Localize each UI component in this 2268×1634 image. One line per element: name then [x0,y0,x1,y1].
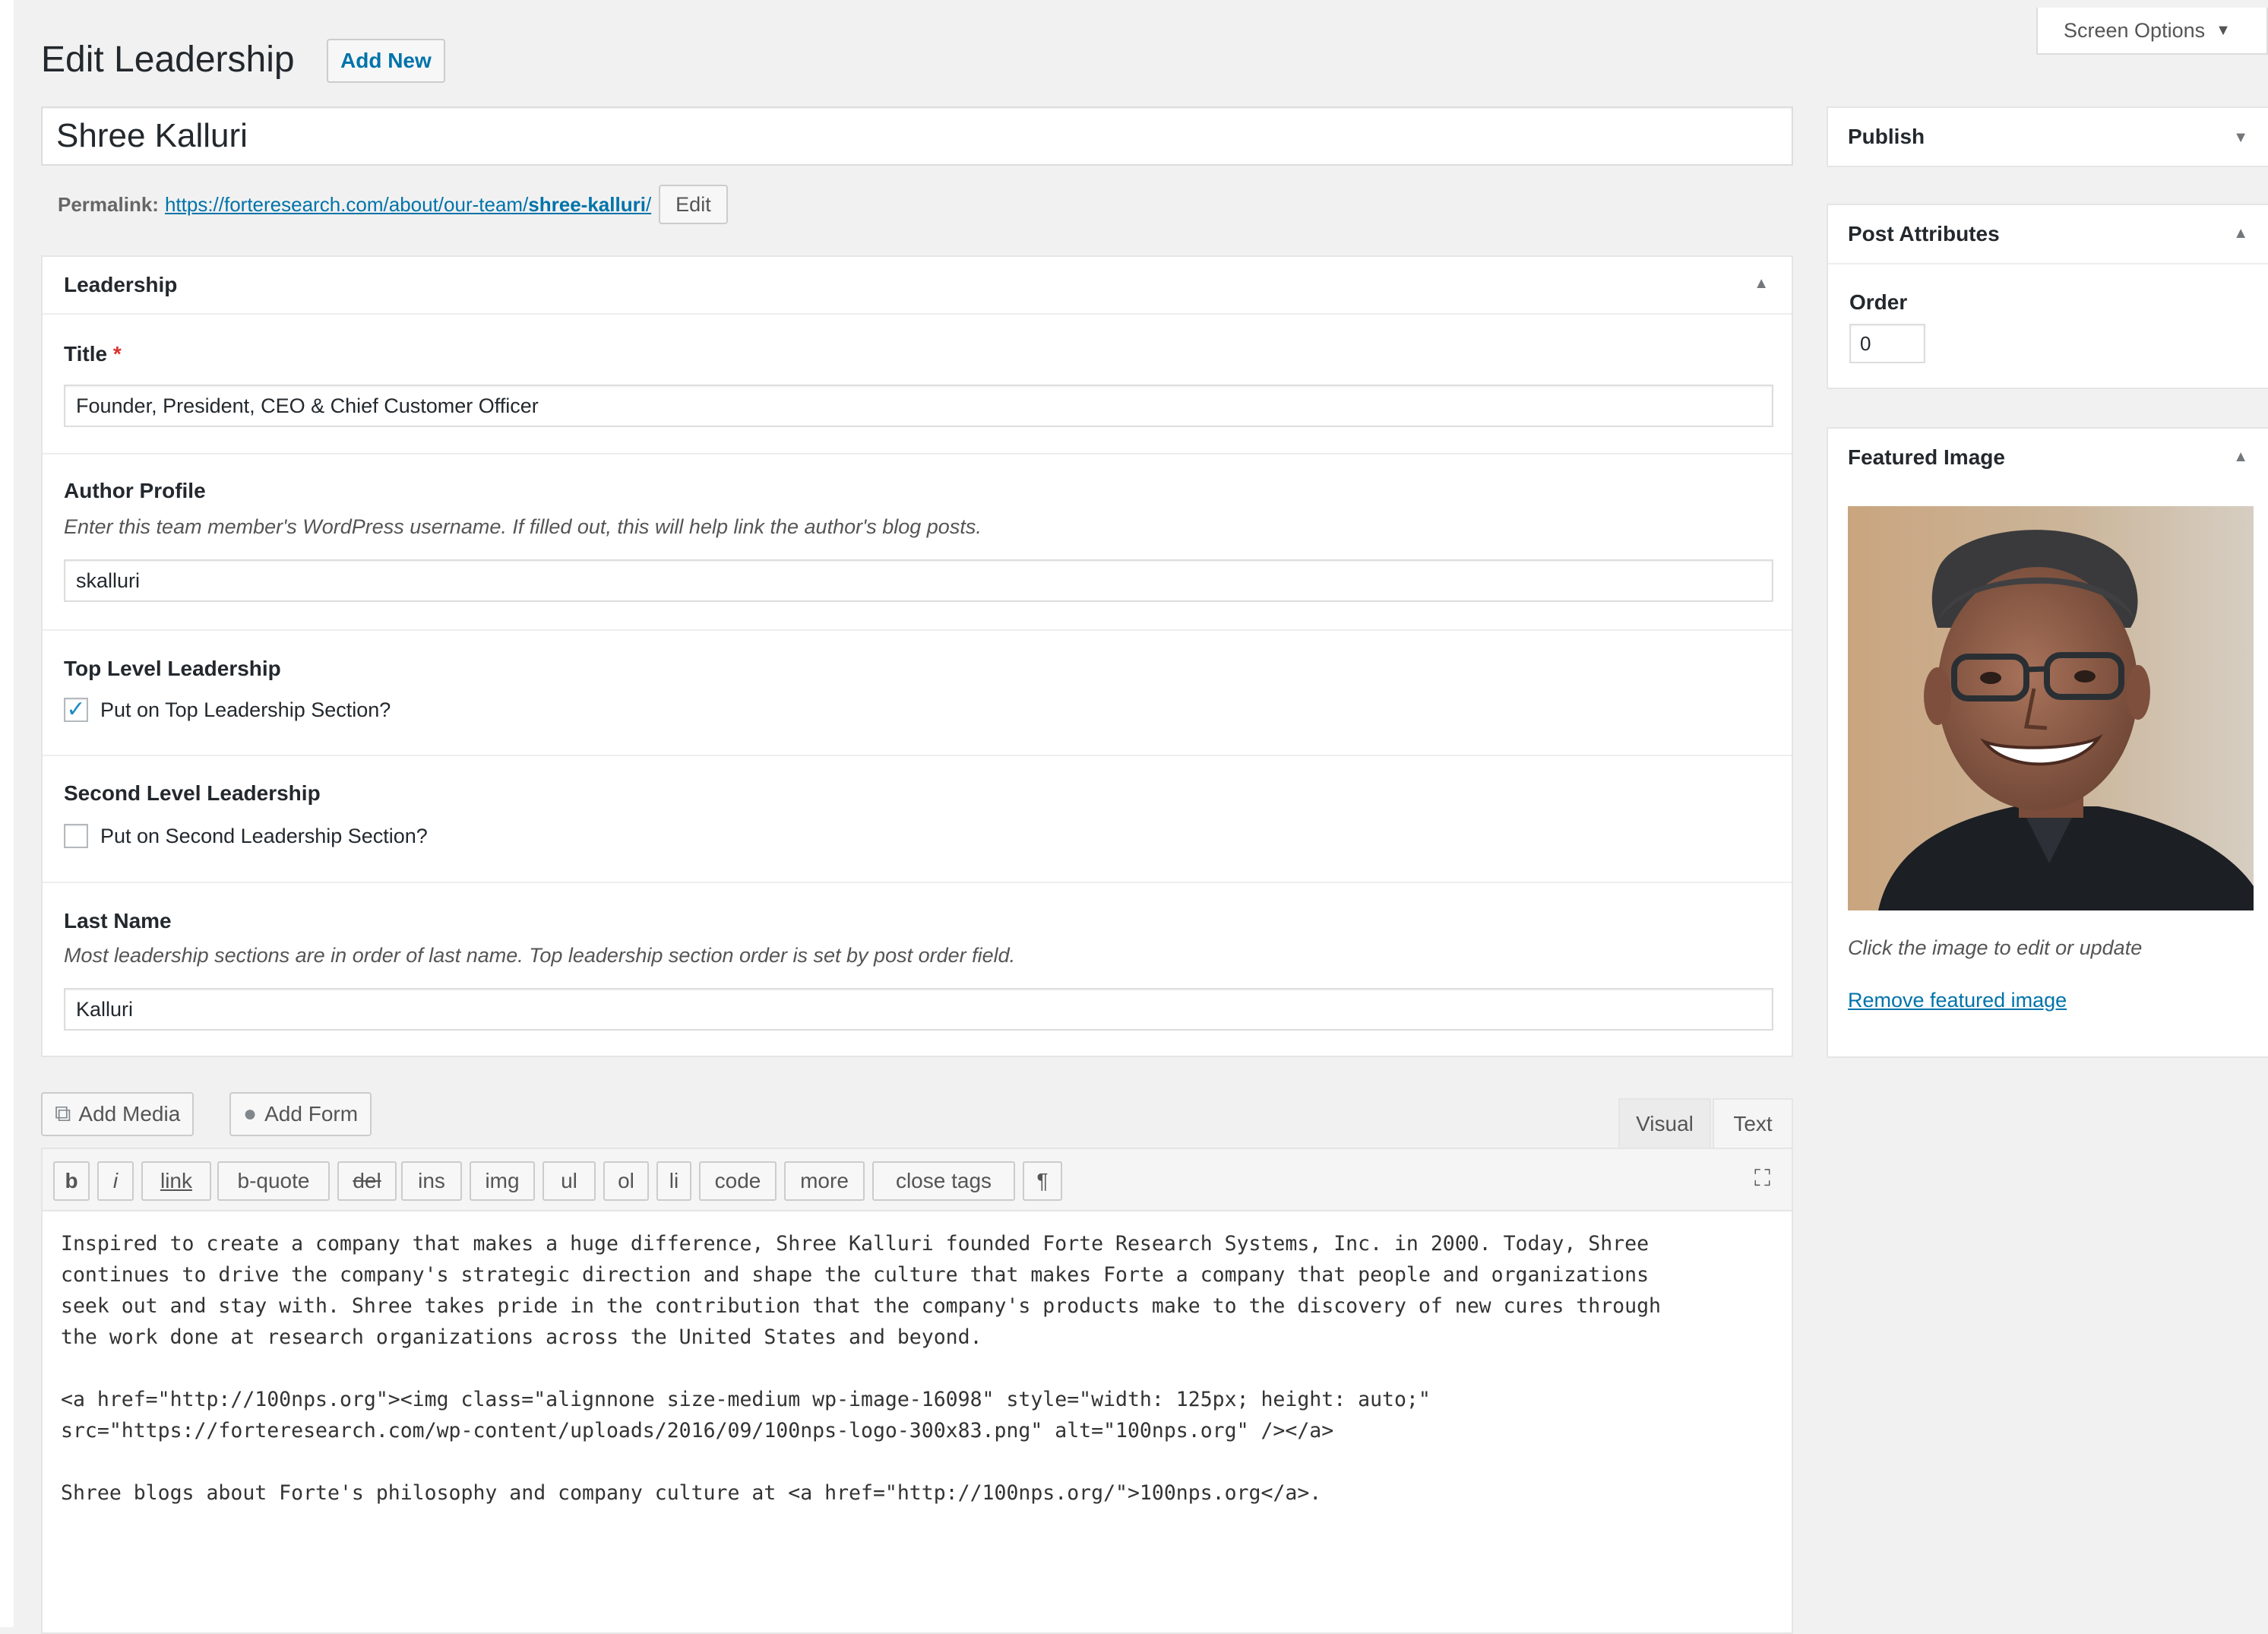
order-label: Order [1849,290,1908,314]
admin-menu-edge [0,0,14,1627]
editor-line: Shree blogs about Forte's philosophy and… [61,1481,1322,1505]
permalink-row: Permalink: https://forteresearch.com/abo… [58,185,728,224]
featured-image-header[interactable]: Featured Image [1828,429,2268,486]
collapse-arrow-icon[interactable]: ▲ [1754,275,1769,293]
content-editor: b i link b-quote del ins img ul ol li code more clos… [41,1148,1793,1634]
top-leadership-checkbox-row[interactable]: ✓ Put on Top Leadership Section? [64,698,391,722]
add-form-label: Add Form [264,1102,359,1126]
screen-options-button[interactable]: Screen Options ▼ [2036,8,2268,55]
quicktag-paragraph-button[interactable]: ¶ [1023,1161,1062,1201]
permalink-link[interactable]: https://forteresearch.com/about/our-team… [165,193,651,217]
quicktag-italic-button[interactable]: i [97,1161,134,1201]
page-title: Edit Leadership [41,40,295,80]
quicktag-link-button[interactable]: link [141,1161,211,1201]
media-icon: ⧉ [55,1101,71,1126]
publish-heading: Publish [1848,125,1925,148]
leadership-metabox-header[interactable]: Leadership [43,257,1792,315]
quicktag-code-button[interactable]: code [699,1161,777,1201]
permalink-trail: / [645,192,652,216]
author-profile-description: Enter this team member's WordPress usern… [64,515,982,538]
publish-header[interactable]: Publish [1828,108,2268,166]
featured-image-caption: Click the image to edit or update [1848,936,2143,959]
add-form-button[interactable]: ● Add Form [229,1092,372,1136]
second-leadership-checkbox[interactable] [64,824,88,848]
title-field-label: Title * [64,342,122,366]
field-divider [43,882,1792,883]
caret-down-icon: ▼ [2216,21,2231,39]
second-leadership-checkbox-label: Put on Second Leadership Section? [100,824,428,847]
post-title-input[interactable]: Shree Kalluri [41,106,1793,166]
last-name-label: Last Name [64,909,172,933]
post-attributes-heading: Post Attributes [1848,222,2000,245]
title-label-text: Title [64,342,108,366]
editor-textarea[interactable]: Inspired to create a company that makes … [61,1228,1778,1509]
field-divider [43,453,1792,454]
add-new-button[interactable]: Add New [327,39,445,83]
title-field-input[interactable]: Founder, President, CEO & Chief Customer… [64,385,1773,427]
post-attributes-header[interactable]: Post Attributes [1828,205,2268,263]
second-leadership-checkbox-row[interactable]: Put on Second Leadership Section? [64,824,428,848]
editor-line: <a href="http://100nps.org"><img class="… [61,1388,1431,1411]
featured-image-heading: Featured Image [1848,445,2005,469]
quicktag-close-tags-button[interactable]: close tags [872,1161,1015,1201]
metabox-divider [1828,263,2268,264]
quicktag-b-quote-button[interactable]: b-quote [217,1161,330,1201]
add-media-button[interactable]: ⧉ Add Media [41,1092,195,1136]
top-level-leadership-label: Top Level Leadership [64,657,281,680]
leadership-metabox: Leadership ▲ Title * Founder, President,… [41,255,1793,1057]
editor-line: seek out and stay with. Shree takes prid… [61,1294,1661,1318]
post-attributes-metabox: Post Attributes ▲ Order 0 [1827,204,2268,389]
second-level-leadership-label: Second Level Leadership [64,781,321,805]
field-divider [43,629,1792,631]
quicktag-bold-button[interactable]: b [53,1161,90,1201]
screen-options-label: Screen Options [2064,18,2206,42]
remove-featured-image-link[interactable]: Remove featured image [1848,989,2067,1012]
featured-image-photo[interactable] [1848,506,2254,910]
permalink-label: Permalink: [58,192,159,216]
top-leadership-checkbox[interactable]: ✓ [64,698,88,722]
quicktag-ins-button[interactable]: ins [401,1161,462,1201]
order-input[interactable]: 0 [1849,324,1925,363]
tab-text[interactable]: Text [1713,1098,1793,1148]
editor-line: the work done at research organizations … [61,1325,982,1349]
leadership-heading: Leadership [64,273,178,296]
editor-line: Inspired to create a company that makes … [61,1232,1650,1256]
fullscreen-icon[interactable]: ⛶ [1754,1166,1770,1192]
expand-arrow-icon[interactable]: ▼ [2233,129,2248,147]
add-media-label: Add Media [78,1102,181,1126]
field-divider [43,755,1792,756]
tab-visual[interactable]: Visual [1618,1098,1711,1148]
quicktags-toolbar: b i link b-quote del ins img ul ol li code more clos… [43,1149,1792,1211]
editor-line: continues to drive the company's strateg… [61,1263,1650,1287]
permalink-base: https://forteresearch.com/about/our-team… [164,192,529,216]
editor-line: src="https://forteresearch.com/wp-conten… [61,1419,1334,1442]
author-profile-input[interactable]: skalluri [64,559,1773,602]
last-name-description: Most leadership sections are in order of… [64,944,1016,967]
featured-image-metabox: Featured Image ▲ Click the image to edit… [1827,427,2268,1058]
permalink-slug: shree-kalluri [528,192,646,216]
last-name-input[interactable]: Kalluri [64,988,1773,1031]
required-mark: * [112,342,122,366]
quicktag-del-button[interactable]: del [337,1161,397,1201]
quicktag-ul-button[interactable]: ul [542,1161,596,1201]
quicktag-img-button[interactable]: img [470,1161,535,1201]
publish-metabox: Publish ▼ [1827,106,2268,167]
portrait-photo [1848,506,2254,910]
quicktag-li-button[interactable]: li [656,1161,691,1201]
author-profile-label: Author Profile [64,479,206,502]
quicktag-ol-button[interactable]: ol [603,1161,649,1201]
form-icon: ● [243,1101,258,1126]
collapse-arrow-icon[interactable]: ▲ [2233,225,2248,242]
top-leadership-checkbox-label: Put on Top Leadership Section? [100,698,391,721]
quicktag-more-button[interactable]: more [784,1161,865,1201]
permalink-edit-button[interactable]: Edit [659,185,728,224]
collapse-arrow-icon[interactable]: ▲ [2233,448,2248,466]
